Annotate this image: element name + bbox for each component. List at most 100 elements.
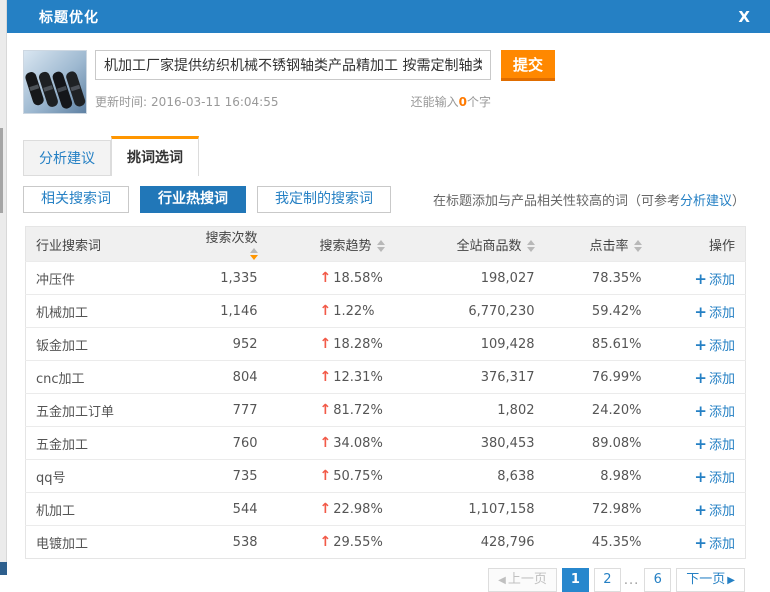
action-cell: +添加 — [660, 295, 746, 328]
tab-pick-words[interactable]: 挑词选词 — [111, 136, 199, 176]
table-row: 五金加工 760 ↑34.08% 380,453 89.08% +添加 — [26, 427, 746, 460]
add-button[interactable]: +添加 — [694, 471, 735, 486]
add-button[interactable]: +添加 — [694, 273, 735, 288]
trend-up-icon: ↑ — [320, 369, 332, 385]
search-count-cell: 1,146 — [206, 295, 278, 328]
title-optimization-modal: 标题优化 X — [7, 0, 770, 575]
next-page-button[interactable]: 下一页▶ — [676, 568, 745, 592]
prev-arrow-icon: ◀ — [498, 575, 506, 586]
pagination: ◀上一页 1 2 ... 6 下一页▶ — [7, 568, 745, 592]
trend-up-icon: ↑ — [320, 468, 332, 484]
close-icon[interactable]: X — [738, 8, 750, 26]
filter-related-search-words[interactable]: 相关搜索词 — [23, 186, 129, 213]
add-button[interactable]: +添加 — [694, 372, 735, 387]
ctr-cell: 85.61% — [559, 328, 660, 361]
ctr-cell: 45.35% — [559, 526, 660, 559]
col-header-action: 操作 — [660, 227, 746, 262]
keyword-cell: cnc加工 — [26, 361, 206, 394]
col-header-product-count[interactable]: 全站商品数 — [422, 227, 559, 262]
ctr-cell: 24.20% — [559, 394, 660, 427]
search-count-cell: 760 — [206, 427, 278, 460]
add-button[interactable]: +添加 — [694, 405, 735, 420]
col-header-search-count[interactable]: 搜索次数 — [206, 227, 278, 262]
prev-page-button[interactable]: ◀上一页 — [488, 568, 557, 592]
product-count-cell: 109,428 — [422, 328, 559, 361]
title-editor: 提交 更新时间: 2016-03-11 16:04:55 还能输入0个字 — [23, 50, 770, 114]
product-count-cell: 8,638 — [422, 460, 559, 493]
action-cell: +添加 — [660, 493, 746, 526]
product-title-input[interactable] — [95, 50, 491, 80]
action-cell: +添加 — [660, 361, 746, 394]
search-trend-cell: ↑1.22% — [278, 295, 422, 328]
search-trend-cell: ↑18.28% — [278, 328, 422, 361]
keyword-cell: qq号 — [26, 460, 206, 493]
product-count-cell: 428,796 — [422, 526, 559, 559]
trend-up-icon: ↑ — [320, 270, 332, 286]
update-time-label: 更新时间: — [95, 95, 147, 109]
plus-icon: + — [694, 435, 707, 453]
filter-my-custom-words[interactable]: 我定制的搜索词 — [257, 186, 391, 213]
ctr-cell: 89.08% — [559, 427, 660, 460]
search-count-cell: 735 — [206, 460, 278, 493]
sort-icon[interactable] — [634, 240, 642, 252]
search-trend-cell: ↑29.55% — [278, 526, 422, 559]
search-trend-cell: ↑22.98% — [278, 493, 422, 526]
add-button[interactable]: +添加 — [694, 537, 735, 552]
trend-up-icon: ↑ — [320, 402, 332, 418]
plus-icon: + — [694, 270, 707, 288]
trend-up-icon: ↑ — [320, 336, 332, 352]
trend-up-icon: ↑ — [320, 501, 332, 517]
submit-button[interactable]: 提交 — [501, 50, 555, 81]
add-button[interactable]: +添加 — [694, 306, 735, 321]
background-page-fragment — [0, 562, 7, 575]
keyword-cell: 钣金加工 — [26, 328, 206, 361]
search-trend-cell: ↑12.31% — [278, 361, 422, 394]
action-cell: +添加 — [660, 427, 746, 460]
filter-industry-hot-words[interactable]: 行业热搜词 — [140, 186, 246, 213]
update-time-value: 2016-03-11 16:04:55 — [151, 95, 278, 109]
search-trend-cell: ↑81.72% — [278, 394, 422, 427]
ctr-cell: 59.42% — [559, 295, 660, 328]
remaining-count: 0 — [459, 95, 467, 109]
col-header-search-trend[interactable]: 搜索趋势 — [278, 227, 422, 262]
product-image — [23, 50, 87, 114]
sort-icon[interactable] — [377, 240, 385, 252]
ctr-cell: 78.35% — [559, 262, 660, 295]
table-row: 机械加工 1,146 ↑1.22% 6,770,230 59.42% +添加 — [26, 295, 746, 328]
page-button-1[interactable]: 1 — [562, 568, 589, 592]
modal-header: 标题优化 X — [7, 0, 770, 33]
trend-up-icon: ↑ — [320, 534, 332, 550]
product-count-cell: 380,453 — [422, 427, 559, 460]
tab-analysis-suggestions[interactable]: 分析建议 — [23, 140, 111, 176]
add-button[interactable]: +添加 — [694, 504, 735, 519]
ctr-cell: 76.99% — [559, 361, 660, 394]
table-row: 机加工 544 ↑22.98% 1,107,158 72.98% +添加 — [26, 493, 746, 526]
table-row: 五金加工订单 777 ↑81.72% 1,802 24.20% +添加 — [26, 394, 746, 427]
product-count-cell: 198,027 — [422, 262, 559, 295]
page-button-2[interactable]: 2 — [594, 568, 621, 592]
next-arrow-icon: ▶ — [727, 575, 735, 586]
search-count-cell: 544 — [206, 493, 278, 526]
search-count-cell: 1,335 — [206, 262, 278, 295]
search-count-cell: 804 — [206, 361, 278, 394]
plus-icon: + — [694, 303, 707, 321]
action-cell: +添加 — [660, 526, 746, 559]
table-row: qq号 735 ↑50.75% 8,638 8.98% +添加 — [26, 460, 746, 493]
search-count-cell: 952 — [206, 328, 278, 361]
product-count-cell: 6,770,230 — [422, 295, 559, 328]
add-button[interactable]: +添加 — [694, 438, 735, 453]
remaining-chars: 还能输入0个字 — [411, 93, 491, 110]
analysis-suggestions-link[interactable]: 分析建议 — [680, 194, 732, 209]
page-button-6[interactable]: 6 — [644, 568, 671, 592]
table-row: 冲压件 1,335 ↑18.58% 198,027 78.35% +添加 — [26, 262, 746, 295]
sort-icon[interactable] — [527, 240, 535, 252]
keyword-cell: 机械加工 — [26, 295, 206, 328]
add-button[interactable]: +添加 — [694, 339, 735, 354]
plus-icon: + — [694, 402, 707, 420]
table-header-row: 行业搜索词 搜索次数 搜索趋势 全站商品数 点击率 操作 — [26, 227, 746, 262]
table-body: 冲压件 1,335 ↑18.58% 198,027 78.35% +添加 机械加… — [26, 262, 746, 559]
sort-icon[interactable] — [250, 248, 258, 260]
background-scrollbar-fragment — [0, 128, 3, 213]
keyword-cell: 电镀加工 — [26, 526, 206, 559]
col-header-ctr[interactable]: 点击率 — [559, 227, 660, 262]
